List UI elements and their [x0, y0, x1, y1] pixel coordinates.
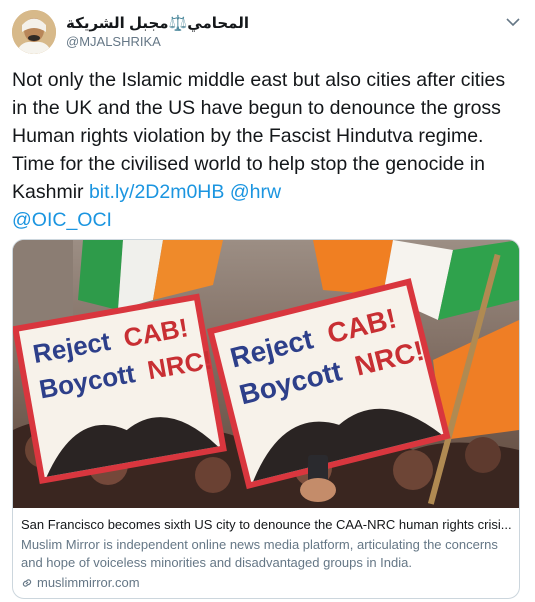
card-domain[interactable]: muslimmirror.com — [37, 575, 140, 590]
author-display-name[interactable]: المحامي⚖️مجبل الشريكة — [66, 14, 249, 32]
link-preview-card[interactable]: Reject CAB! Boycott NRC! Reject CAB! Boy… — [12, 239, 520, 599]
mention-hrw[interactable]: @hrw — [230, 181, 281, 203]
card-title[interactable]: San Francisco becomes sixth US city to d… — [21, 516, 513, 533]
card-meta: San Francisco becomes sixth US city to d… — [21, 516, 513, 590]
card-image[interactable]: Reject CAB! Boycott NRC! Reject CAB! Boy… — [13, 240, 519, 508]
tweet-text: Not only the Islamic middle east but als… — [12, 66, 524, 234]
chevron-down-icon — [506, 18, 520, 27]
tweet: المحامي⚖️مجبل الشريكة @MJALSHRIKA Not on… — [0, 0, 535, 602]
link-icon — [22, 578, 32, 587]
mention-oic[interactable]: @OIC_OCI — [12, 209, 112, 231]
more-options-button[interactable] — [503, 12, 523, 32]
protest-photo: Reject CAB! Boycott NRC! Reject CAB! Boy… — [13, 240, 519, 508]
avatar[interactable] — [12, 10, 56, 54]
avatar-image — [12, 10, 56, 54]
card-description: Muslim Mirror is independent online news… — [21, 537, 498, 570]
author-handle[interactable]: @MJALSHRIKA — [66, 34, 161, 49]
author-name-row[interactable]: المحامي⚖️مجبل الشريكة — [66, 14, 249, 32]
tweet-link[interactable]: bit.ly/2D2m0HB — [89, 181, 224, 203]
card-domain-row[interactable]: muslimmirror.com — [21, 575, 513, 590]
